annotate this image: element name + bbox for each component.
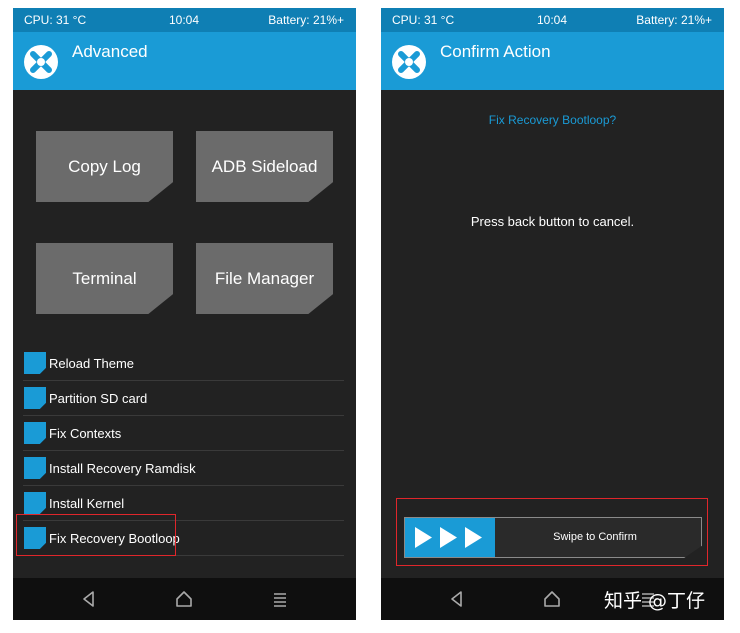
page-title: Advanced xyxy=(72,42,148,61)
selection-highlight xyxy=(16,514,176,556)
back-icon[interactable] xyxy=(446,588,468,610)
navigation-bar xyxy=(13,578,356,620)
checkbox[interactable] xyxy=(24,422,46,444)
list-item-fix-contexts[interactable]: Fix Contexts xyxy=(23,416,344,451)
checkbox[interactable] xyxy=(24,352,46,374)
battery-status: Battery: 21%+ xyxy=(268,13,344,27)
swipe-arrow-icon xyxy=(415,527,482,548)
header: Advanced xyxy=(13,32,356,90)
clock: 10:04 xyxy=(169,13,200,27)
advanced-screen: CPU: 31 °C 10:04 Battery: 21%+ Advanced … xyxy=(13,8,356,620)
status-bar: CPU: 31 °C 10:04 Battery: 21%+ xyxy=(381,8,724,32)
swipe-handle[interactable] xyxy=(405,518,495,557)
list-item-install-recovery-ramdisk[interactable]: Install Recovery Ramdisk xyxy=(23,451,344,486)
swipe-label: Swipe to Confirm xyxy=(553,531,637,543)
cpu-temperature: CPU: 31 °C xyxy=(392,13,455,27)
list-item-label: Partition SD card xyxy=(49,391,148,406)
checkbox[interactable] xyxy=(24,457,46,479)
twrp-logo-icon xyxy=(24,45,58,79)
file-manager-button[interactable]: File Manager xyxy=(196,243,333,314)
status-bar: CPU: 31 °C 10:04 Battery: 21%+ xyxy=(13,8,356,32)
cancel-hint: Press back button to cancel. xyxy=(470,214,635,229)
list-item-label: Install Recovery Ramdisk xyxy=(49,461,196,476)
page-title: Confirm Action xyxy=(440,42,551,61)
twrp-logo-icon xyxy=(392,45,426,79)
adb-sideload-button[interactable]: ADB Sideload xyxy=(196,131,333,202)
list-item-reload-theme[interactable]: Reload Theme xyxy=(23,346,344,381)
terminal-button[interactable]: Terminal xyxy=(36,243,173,314)
checkbox[interactable] xyxy=(24,387,46,409)
home-icon[interactable] xyxy=(173,588,195,610)
confirm-action-screen: CPU: 31 °C 10:04 Battery: 21%+ Confirm A… xyxy=(381,8,724,620)
list-item-label: Fix Contexts xyxy=(49,426,122,441)
menu-icon[interactable] xyxy=(269,588,291,610)
home-icon[interactable] xyxy=(541,588,563,610)
list-item-label: Reload Theme xyxy=(49,356,135,371)
copy-log-button[interactable]: Copy Log xyxy=(36,131,173,202)
watermark: 知乎 @丁仔 xyxy=(604,590,706,612)
cpu-temperature: CPU: 31 °C xyxy=(24,13,87,27)
back-icon[interactable] xyxy=(78,588,100,610)
clock: 10:04 xyxy=(537,13,568,27)
header: Confirm Action xyxy=(381,32,724,90)
swipe-to-confirm-slider[interactable]: Swipe to Confirm xyxy=(404,517,702,558)
list-item-label: Install Kernel xyxy=(49,496,125,511)
battery-status: Battery: 21%+ xyxy=(636,13,712,27)
confirm-question: Fix Recovery Bootloop? xyxy=(488,113,617,127)
list-item-partition-sd-card[interactable]: Partition SD card xyxy=(23,381,344,416)
checkbox[interactable] xyxy=(24,492,46,514)
